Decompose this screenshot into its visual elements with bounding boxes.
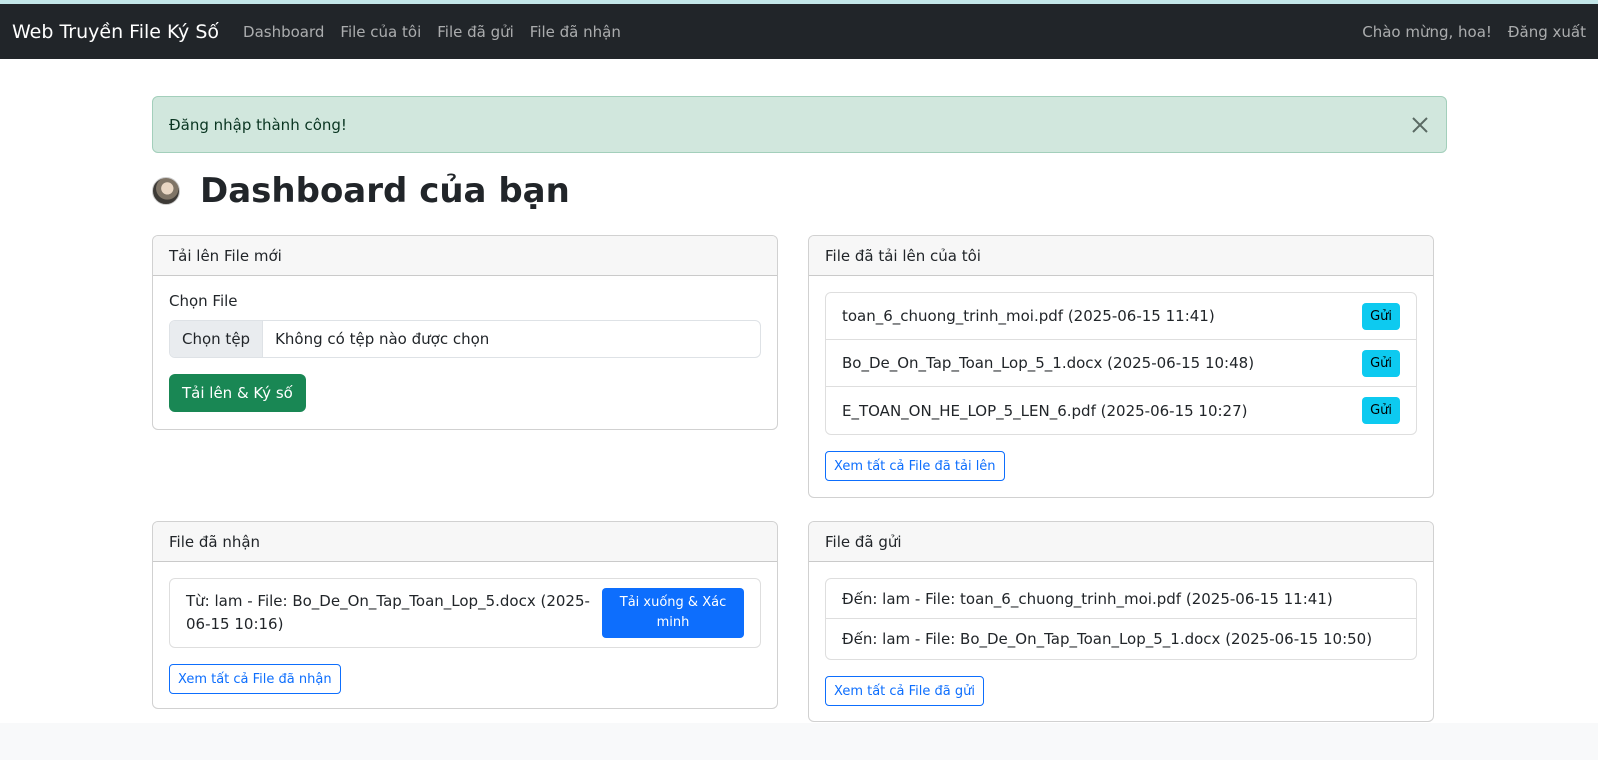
uploaded-files-list: toan_6_chuong_trinh_moi.pdf (2025-06-15 … <box>825 292 1417 435</box>
nav-link-dashboard[interactable]: Dashboard <box>243 23 324 41</box>
sent-card-header: File đã gửi <box>809 522 1433 562</box>
upload-card-header: Tải lên File mới <box>153 236 777 276</box>
choose-file-label: Chọn File <box>169 292 238 310</box>
page-title: Dashboard của bạn <box>200 171 570 211</box>
alert-message: Đăng nhập thành công! <box>169 115 347 134</box>
list-item: Đến: lam - File: toan_6_chuong_trinh_moi… <box>826 579 1416 619</box>
list-item: E_TOAN_ON_HE_LOP_5_LEN_6.pdf (2025-06-15… <box>826 387 1416 434</box>
received-files-list: Từ: lam - File: Bo_De_On_Tap_Toan_Lop_5.… <box>169 578 761 648</box>
list-item: toan_6_chuong_trinh_moi.pdf (2025-06-15 … <box>826 293 1416 340</box>
navbar-brand[interactable]: Web Truyền File Ký Số <box>12 21 219 43</box>
upload-sign-button[interactable]: Tải lên & Ký số <box>169 374 306 412</box>
view-all-sent-button[interactable]: Xem tất cả File đã gửi <box>825 676 984 706</box>
list-item: Từ: lam - File: Bo_De_On_Tap_Toan_Lop_5.… <box>170 579 760 647</box>
sent-file-text: Đến: lam - File: toan_6_chuong_trinh_moi… <box>842 589 1333 608</box>
nav-link-sent-files[interactable]: File đã gửi <box>437 23 514 41</box>
sent-files-list: Đến: lam - File: toan_6_chuong_trinh_moi… <box>825 578 1417 660</box>
uploaded-card-header: File đã tải lên của tôi <box>809 236 1433 276</box>
list-item: Bo_De_On_Tap_Toan_Lop_5_1.docx (2025-06-… <box>826 340 1416 387</box>
logout-link[interactable]: Đăng xuất <box>1508 23 1586 41</box>
view-all-uploaded-button[interactable]: Xem tất cả File đã tải lên <box>825 451 1005 481</box>
nav-link-received-files[interactable]: File đã nhận <box>530 23 621 41</box>
list-item: Đến: lam - File: Bo_De_On_Tap_Toan_Lop_5… <box>826 619 1416 659</box>
navbar-right: Chào mừng, hoa! Đăng xuất <box>1362 23 1586 41</box>
page-title-row: Dashboard của bạn <box>152 169 570 213</box>
send-button[interactable]: Gửi <box>1362 349 1400 377</box>
uploaded-file-text: E_TOAN_ON_HE_LOP_5_LEN_6.pdf (2025-06-15… <box>842 401 1248 420</box>
send-button[interactable]: Gửi <box>1362 397 1400 424</box>
close-icon[interactable] <box>1408 113 1432 137</box>
uploaded-file-text: toan_6_chuong_trinh_moi.pdf (2025-06-15 … <box>842 307 1215 325</box>
received-card-header: File đã nhận <box>153 522 777 562</box>
avatar <box>152 177 180 205</box>
navbar: Web Truyền File Ký Số Dashboard File của… <box>0 4 1598 59</box>
nav-link-my-files[interactable]: File của tôi <box>340 23 421 41</box>
uploaded-files-card: File đã tải lên của tôi toan_6_chuong_tr… <box>808 235 1434 498</box>
received-file-text: Từ: lam - File: Bo_De_On_Tap_Toan_Lop_5.… <box>186 592 590 633</box>
send-button[interactable]: Gửi <box>1362 302 1400 330</box>
welcome-link[interactable]: Chào mừng, hoa! <box>1362 23 1492 41</box>
upload-card: Tải lên File mới Chọn File Chọn tệp Khôn… <box>152 235 778 430</box>
received-files-card: File đã nhận Từ: lam - File: Bo_De_On_Ta… <box>152 521 778 709</box>
success-alert: Đăng nhập thành công! <box>152 96 1447 153</box>
uploaded-file-text: Bo_De_On_Tap_Toan_Lop_5_1.docx (2025-06-… <box>842 354 1255 372</box>
view-all-received-button[interactable]: Xem tất cả File đã nhận <box>169 664 341 694</box>
download-verify-button[interactable]: Tải xuống & Xác minh <box>602 588 744 638</box>
no-file-text: Không có tệp nào được chọn <box>275 330 490 348</box>
main-content: Đăng nhập thành công! Dashboard của bạn … <box>0 59 1598 723</box>
file-input[interactable]: Chọn tệp Không có tệp nào được chọn <box>169 320 761 358</box>
sent-file-text: Đến: lam - File: Bo_De_On_Tap_Toan_Lop_5… <box>842 630 1373 648</box>
choose-file-button[interactable]: Chọn tệp <box>170 321 264 357</box>
sent-files-card: File đã gửi Đến: lam - File: toan_6_chuo… <box>808 521 1434 722</box>
